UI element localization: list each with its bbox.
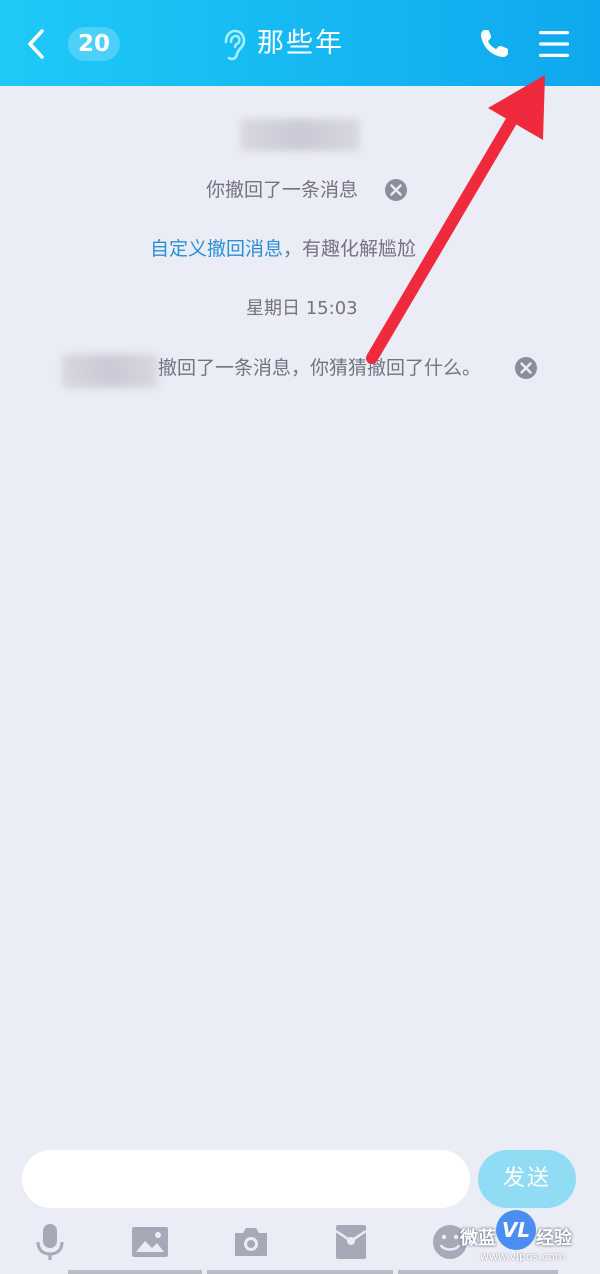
watermark-logo: VL	[496, 1210, 536, 1250]
ear-icon	[224, 29, 246, 61]
back-button[interactable]: 20	[22, 24, 120, 64]
timestamp: 星期日 15:03	[246, 298, 358, 319]
red-packet-icon[interactable]	[331, 1222, 371, 1262]
image-icon[interactable]	[130, 1222, 170, 1262]
blurred-contact-name	[240, 119, 360, 151]
custom-recall-tip-text: ，有趣化解尴尬	[283, 238, 417, 260]
menu-icon[interactable]	[537, 28, 571, 60]
custom-recall-link[interactable]: 自定义撤回消息	[150, 238, 283, 260]
phone-icon[interactable]	[476, 26, 512, 62]
recall-notice-other: 撤回了一条消息，你猜猜撤回了什么。	[158, 357, 482, 379]
recall-notice-text: 你撤回了一条消息	[206, 179, 359, 201]
chat-title-area[interactable]: 那些年	[220, 22, 390, 66]
close-icon[interactable]	[384, 178, 408, 202]
chat-header: 20 那些年	[0, 0, 600, 86]
blurred-contact-name	[62, 354, 158, 388]
unread-count-badge: 20	[68, 27, 120, 61]
toolbar-divider	[207, 1270, 393, 1274]
watermark-text-left: 微蓝	[460, 1228, 496, 1249]
recall-notice-self: 你撤回了一条消息	[206, 176, 358, 204]
microphone-icon[interactable]	[30, 1222, 70, 1262]
watermark-url: www.vlpos.com	[480, 1250, 566, 1263]
toolbar-divider	[398, 1270, 558, 1274]
custom-recall-tip: 自定义撤回消息，有趣化解尴尬	[150, 235, 416, 263]
watermark: 微蓝 VL 经验 www.vlpos.com	[456, 1208, 600, 1268]
camera-icon[interactable]	[231, 1222, 271, 1262]
message-input[interactable]	[22, 1150, 470, 1208]
toolbar-divider	[68, 1270, 202, 1274]
close-icon[interactable]	[514, 356, 538, 380]
send-button[interactable]: 发送	[478, 1150, 576, 1208]
watermark-text-right: 经验	[536, 1228, 572, 1249]
chevron-left-icon	[28, 29, 44, 59]
chat-title: 那些年	[257, 28, 344, 59]
